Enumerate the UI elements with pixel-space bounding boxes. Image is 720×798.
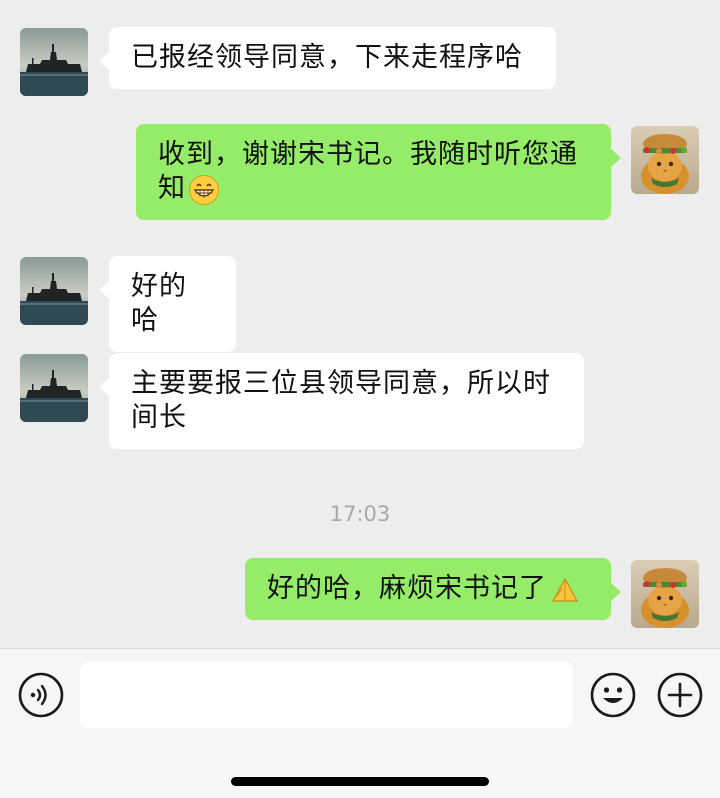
chat-message-area[interactable]: 已报经领导同意，下来走程序哈 收到，谢谢宋书记。我随时听您通知 好的哈 主要要报… — [0, 0, 720, 648]
outgoing-message-bubble[interactable]: 收到，谢谢宋书记。我随时听您通知 — [136, 124, 621, 220]
emoji-button[interactable] — [589, 671, 637, 719]
message-input[interactable] — [80, 662, 573, 728]
contact-avatar[interactable] — [20, 257, 88, 325]
plus-button[interactable] — [656, 671, 704, 719]
folded-hands-emoji — [551, 577, 578, 602]
input-bar — [0, 648, 720, 798]
message-text: 好的哈 — [131, 271, 187, 336]
home-indicator — [231, 777, 489, 786]
voice-button[interactable] — [17, 671, 65, 719]
message-text: 主要要报三位县领导同意，所以时间长 — [131, 368, 551, 433]
plus-icon — [657, 672, 703, 718]
message-text: 好的哈，麻烦宋书记了 — [267, 573, 547, 604]
my-avatar[interactable] — [631, 560, 699, 628]
my-avatar[interactable] — [631, 126, 699, 194]
incoming-message-bubble[interactable]: 已报经领导同意，下来走程序哈 — [99, 27, 556, 89]
grinning-face-emoji — [189, 174, 219, 205]
message-text: 已报经领导同意，下来走程序哈 — [131, 42, 523, 73]
outgoing-message-bubble[interactable]: 好的哈，麻烦宋书记了 — [245, 558, 621, 620]
message-timestamp: 17:03 — [329, 502, 391, 526]
emoji-icon — [590, 672, 636, 718]
message-text: 收到，谢谢宋书记。我随时听您通知 — [158, 139, 578, 204]
contact-avatar[interactable] — [20, 354, 88, 422]
voice-icon — [18, 672, 64, 718]
incoming-message-bubble[interactable]: 主要要报三位县领导同意，所以时间长 — [99, 353, 584, 449]
incoming-message-bubble[interactable]: 好的哈 — [99, 256, 236, 352]
contact-avatar[interactable] — [20, 28, 88, 96]
